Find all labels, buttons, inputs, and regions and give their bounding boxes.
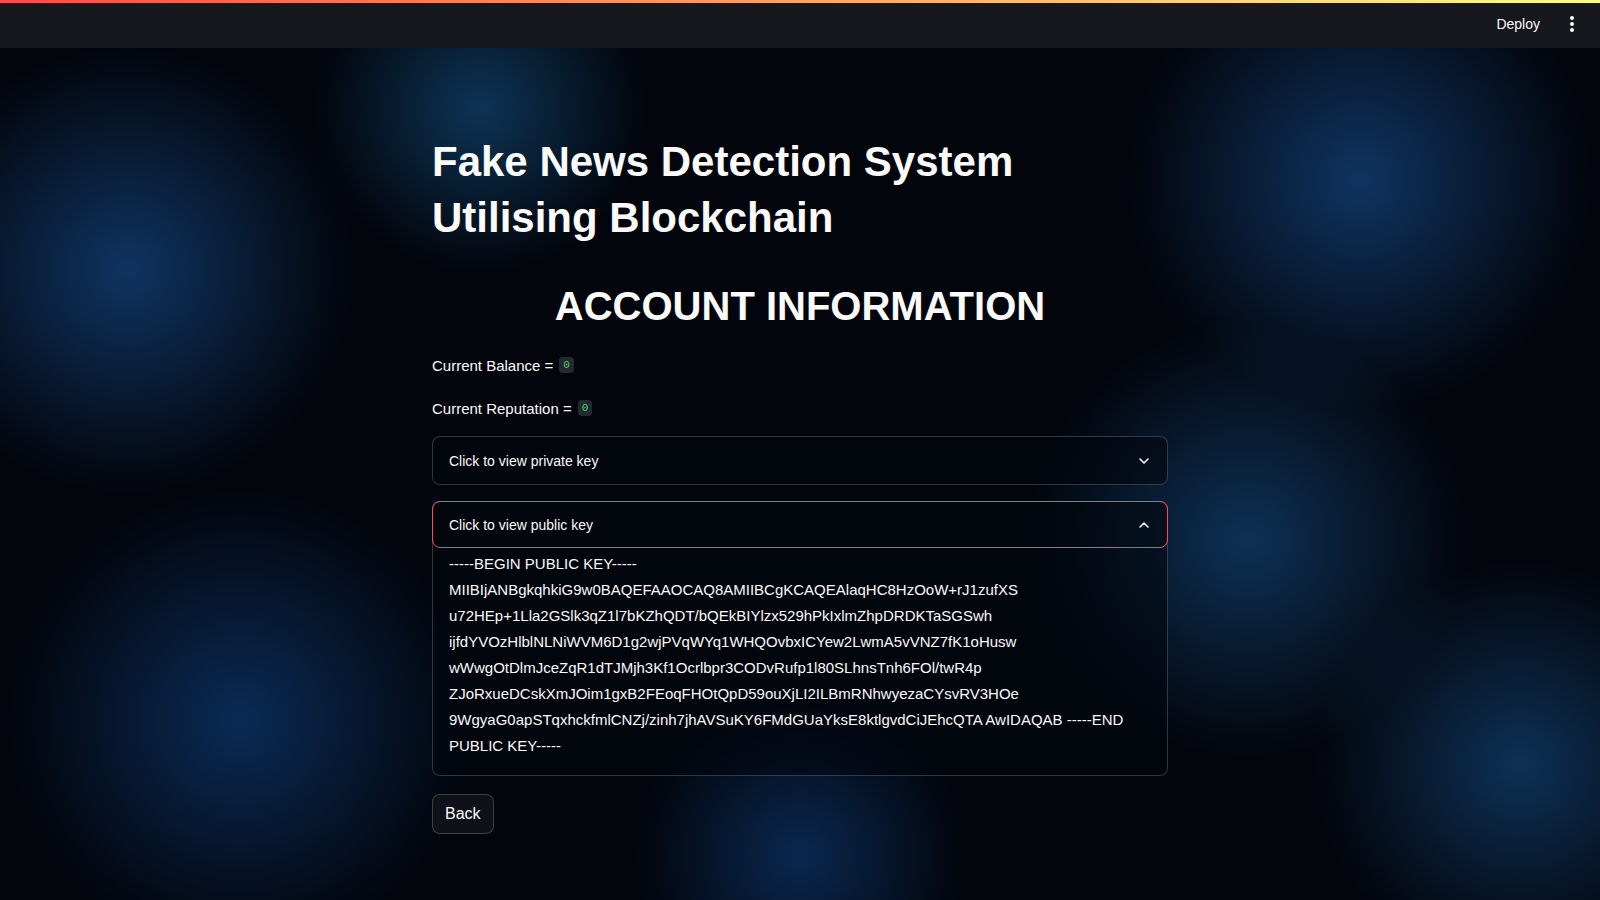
expander: Click to view public key -----BEGIN PUBL… xyxy=(432,501,1168,776)
stat-label: Current Reputation = xyxy=(432,400,572,417)
back-button[interactable]: Back xyxy=(432,794,494,834)
top-bar: Deploy xyxy=(0,0,1600,48)
app-title: Fake News Detection System Utilising Blo… xyxy=(432,134,1168,246)
expander-header[interactable]: Click to view public key xyxy=(432,501,1168,548)
stat-row: Current Reputation = 0 xyxy=(432,393,1168,423)
section-heading: ACCOUNT INFORMATION xyxy=(432,280,1168,332)
main-column: Fake News Detection System Utilising Blo… xyxy=(432,48,1168,834)
chevron-down-icon xyxy=(1137,454,1151,468)
chevron-up-icon xyxy=(1137,518,1151,532)
expander: Click to view private key xyxy=(432,436,1168,485)
expander-label: Click to view private key xyxy=(449,453,598,469)
app-page: Deploy Fake News Detection System Utilis… xyxy=(0,0,1600,900)
stat-label: Current Balance = xyxy=(432,357,553,374)
stat-value: 0 xyxy=(578,400,593,416)
deploy-button[interactable]: Deploy xyxy=(1494,12,1542,36)
expander-content: -----BEGIN PUBLIC KEY----- MIIBIjANBgkqh… xyxy=(433,547,1167,775)
more-menu-icon[interactable] xyxy=(1564,14,1580,34)
expander-label: Click to view public key xyxy=(449,517,593,533)
expander-header[interactable]: Click to view private key xyxy=(433,437,1167,484)
stat-row: Current Balance = 0 xyxy=(432,350,1168,380)
decoration-line xyxy=(0,0,1600,3)
stat-value: 0 xyxy=(559,357,574,373)
